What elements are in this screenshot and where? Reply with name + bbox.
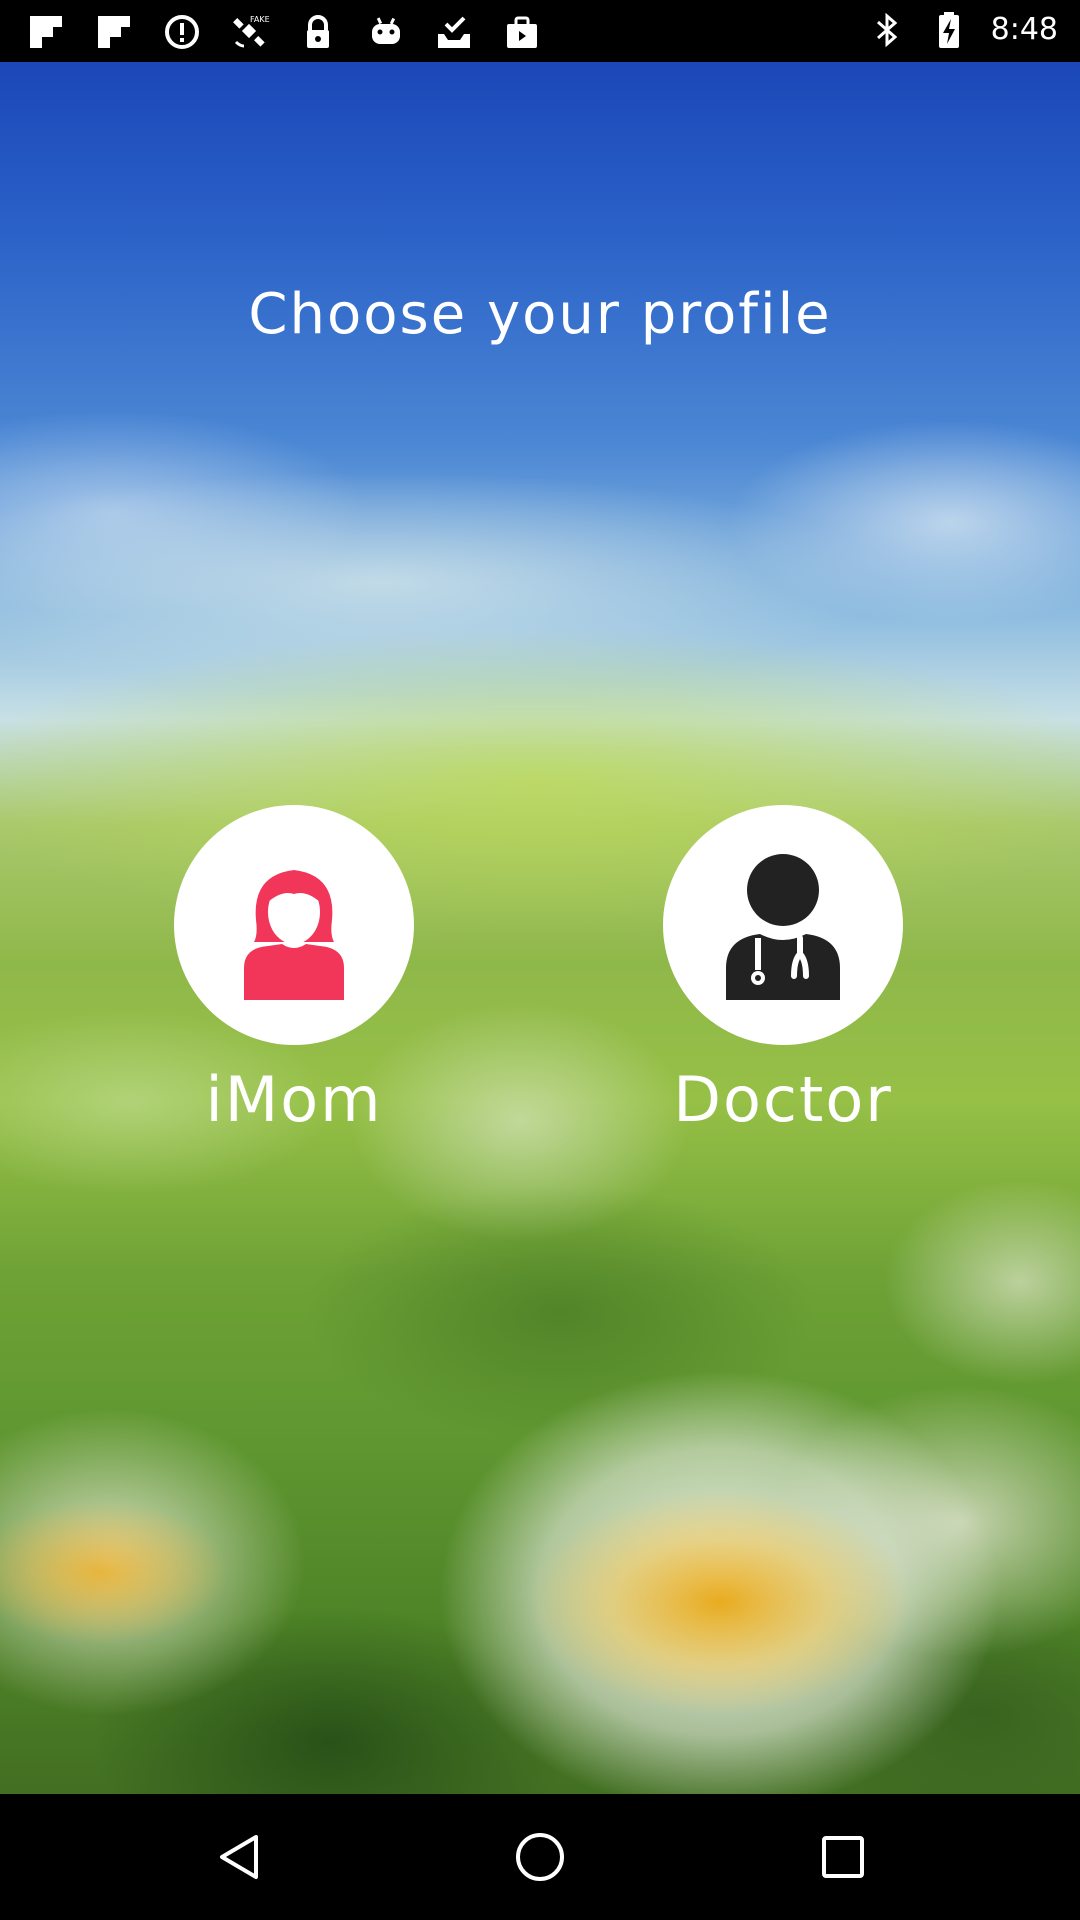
- bag-icon: [507, 16, 537, 48]
- screen: FAKE 8:48 Choose your profile iMom Docto…: [0, 0, 1080, 1920]
- svg-text:FAKE: FAKE: [250, 15, 270, 24]
- flipboard-icon: [30, 16, 62, 48]
- doctor-icon: [726, 854, 840, 1000]
- back-icon: [220, 1835, 258, 1879]
- back-button[interactable]: [210, 1827, 270, 1887]
- recent-apps-icon: [822, 1836, 864, 1878]
- home-icon: [516, 1833, 564, 1881]
- android-icon: [372, 17, 400, 44]
- status-bar: FAKE 8:48: [0, 0, 1080, 62]
- profile-option-doctor[interactable]: Doctor: [633, 805, 933, 1135]
- page-title: Choose your profile: [248, 282, 832, 347]
- woman-icon: [244, 870, 344, 1000]
- notification-icons: FAKE: [26, 12, 542, 52]
- lock-icon: [307, 15, 329, 48]
- clock: 8:48: [990, 12, 1058, 47]
- imom-label: iMom: [205, 1063, 383, 1136]
- doctor-avatar-button[interactable]: [663, 805, 903, 1045]
- alert-icon: [165, 15, 199, 49]
- system-icons: 8:48: [867, 10, 1058, 50]
- battery-charging-icon: [938, 12, 959, 48]
- recent-apps-button[interactable]: [813, 1827, 873, 1887]
- profile-option-imom[interactable]: iMom: [144, 805, 444, 1135]
- home-button[interactable]: [510, 1827, 570, 1887]
- fake-gps-icon: FAKE: [233, 15, 270, 48]
- navigation-bar: [0, 1794, 1080, 1920]
- flipboard-icon: [98, 16, 130, 48]
- bluetooth-icon: [876, 12, 897, 48]
- imom-avatar-button[interactable]: [174, 805, 414, 1045]
- doctor-label: Doctor: [673, 1063, 893, 1136]
- download-done-icon: [438, 16, 470, 48]
